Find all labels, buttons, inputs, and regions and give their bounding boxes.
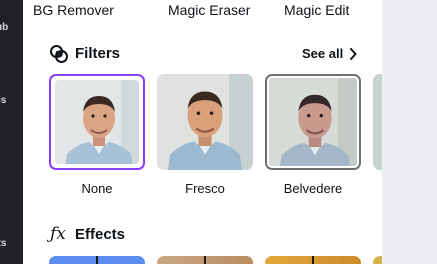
filters-title: Filters bbox=[75, 45, 121, 62]
filters-icon bbox=[50, 45, 68, 63]
see-all-label: See all bbox=[302, 46, 344, 61]
portrait-photo bbox=[269, 78, 357, 166]
portrait-photo bbox=[157, 74, 253, 170]
filter-label-fresco: Fresco bbox=[185, 181, 225, 196]
portrait-photo bbox=[55, 80, 139, 164]
filter-label-belvedere: Belvedere bbox=[283, 181, 343, 196]
magic-eraser-tool[interactable]: Magic Eraser bbox=[168, 2, 250, 18]
filter-fresco-thumbnail[interactable] bbox=[157, 74, 253, 170]
rail-label-middle[interactable]: ls bbox=[0, 95, 6, 106]
filter-none-thumbnail[interactable] bbox=[49, 74, 145, 170]
filter-next-thumbnail[interactable] bbox=[373, 74, 382, 170]
rail-label-top[interactable]: ub bbox=[0, 22, 8, 33]
canvas-area-edge bbox=[382, 0, 437, 264]
chevron-right-icon bbox=[350, 47, 357, 60]
bg-remover-tool[interactable]: BG Remover bbox=[33, 2, 114, 18]
portrait-photo bbox=[373, 74, 382, 170]
effects-fx-icon: ƒx bbox=[50, 224, 66, 244]
top-tools-row: BG Remover Magic Eraser Magic Edit bbox=[23, 2, 382, 18]
filter-label-none: None bbox=[81, 181, 113, 196]
filters-see-all-button[interactable]: See all bbox=[302, 46, 357, 61]
effect-thumbnail-1[interactable] bbox=[49, 256, 145, 264]
effect-thumbnail-2[interactable] bbox=[157, 256, 253, 264]
effect-thumbnail-4[interactable] bbox=[373, 256, 382, 264]
effects-title: Effects bbox=[75, 226, 126, 243]
filter-belvedere-thumbnail[interactable] bbox=[265, 74, 361, 170]
magic-edit-tool[interactable]: Magic Edit bbox=[284, 2, 349, 18]
rail-label-bottom[interactable]: cts bbox=[0, 238, 6, 249]
app-side-rail: ub ls cts bbox=[0, 0, 23, 264]
effect-thumbnail-3[interactable] bbox=[265, 256, 361, 264]
edit-photo-panel: BG Remover Magic Eraser Magic Edit Filte… bbox=[23, 0, 382, 264]
